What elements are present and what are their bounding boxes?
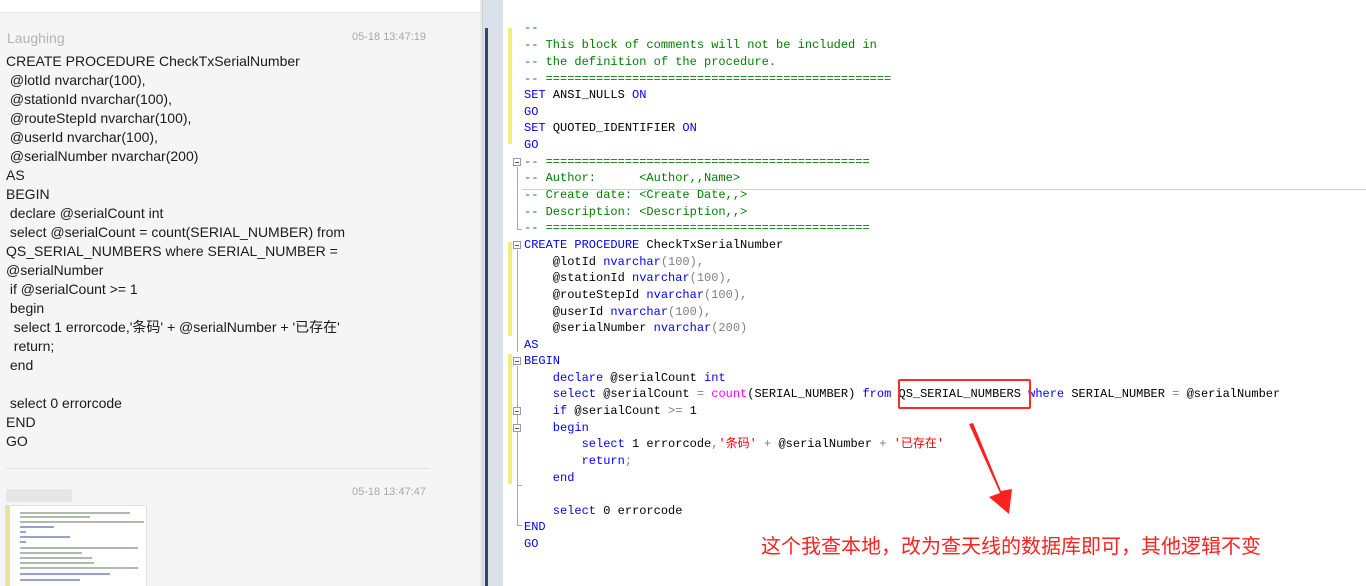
message-line: QS_SERIAL_NUMBERS where SERIAL_NUMBER = (6, 243, 338, 259)
code-line: -- (524, 21, 539, 35)
annotation-text: 这个我查本地，改为查天线的数据库即可，其他逻辑不变 (761, 536, 1261, 558)
code-line: -- =====================================… (524, 72, 892, 86)
code-line: -- This block of comments will not be in… (524, 38, 877, 52)
message-line: @serialNumber (6, 262, 104, 278)
chat-pane: Laughing 05-18 13:47:19 CREATE PROCEDURE… (0, 0, 480, 586)
collapse-icon[interactable] (513, 241, 521, 249)
message-line: @routeStepId nvarchar(100), (6, 110, 192, 126)
message-line: CREATE PROCEDURE CheckTxSerialNumber (6, 53, 300, 69)
code-line: BEGIN (524, 354, 561, 368)
code-line: if @serialCount >= 1 (524, 404, 697, 418)
collapse-icon[interactable] (513, 424, 521, 432)
collapse-icon[interactable] (513, 158, 521, 166)
message-line: GO (6, 433, 28, 449)
message-line: select @serialCount = count(SERIAL_NUMBE… (6, 224, 346, 240)
message-line: begin (6, 300, 45, 316)
message-line: declare @serialCount int (6, 205, 164, 221)
message-body[interactable]: CREATE PROCEDURE CheckTxSerialNumber @lo… (6, 52, 376, 451)
code-line: -- the definition of the procedure. (524, 55, 777, 69)
current-line-border (522, 189, 1366, 190)
message-line: select 1 errorcode,'条码' + @serialNumber … (6, 319, 340, 335)
code-line: CREATE PROCEDURE CheckTxSerialNumber (524, 238, 784, 252)
message-timestamp: 05-18 13:47:47 (352, 486, 427, 498)
code-line: @routeStepId nvarchar(100), (524, 288, 748, 302)
sender-name[interactable]: Laughing (7, 30, 65, 46)
code-line: GO (524, 138, 539, 152)
message-line: @lotId nvarchar(100), (6, 72, 146, 88)
change-marker (508, 28, 512, 144)
message-line: AS (6, 167, 25, 183)
code-line: declare @serialCount int (524, 371, 726, 385)
code-line: GO (524, 537, 539, 551)
message-line: @stationId nvarchar(100), (6, 91, 172, 107)
message-line: @userId nvarchar(100), (6, 129, 158, 145)
message-line: BEGIN (6, 186, 50, 202)
change-marker (508, 354, 512, 484)
message-divider (6, 468, 430, 469)
change-marker (508, 242, 512, 336)
screenshot-thumbnail[interactable] (5, 505, 147, 586)
code-line: @serialNumber nvarchar(200) (524, 321, 748, 335)
message-line: END (6, 414, 36, 430)
code-line: -- =====================================… (524, 155, 870, 169)
code-line: -- Description: <Description,,> (524, 205, 748, 219)
code-line: begin (524, 421, 589, 435)
message-line: @serialNumber nvarchar(200) (6, 148, 199, 164)
sender-name-blurred (6, 489, 72, 502)
collapse-icon[interactable] (513, 357, 521, 365)
code-line: @userId nvarchar(100), (524, 305, 712, 319)
chat-top-edge (0, 0, 480, 13)
highlight-box (898, 379, 1031, 409)
editor-left-margin (482, 0, 503, 586)
message-line: if @serialCount >= 1 (6, 281, 138, 297)
code-line: AS (524, 338, 539, 352)
message-line: select 0 errorcode (6, 395, 122, 411)
message-line: return; (6, 338, 55, 354)
code-line: GO (524, 105, 539, 119)
code-line: @stationId nvarchar(100), (524, 271, 733, 285)
message-line (6, 375, 376, 394)
code-line: SET QUOTED_IDENTIFIER ON (524, 121, 697, 135)
code-line: END (524, 520, 546, 534)
code-line: return; (524, 454, 633, 468)
code-line: select 1 errorcode,'条码' + @serialNumber … (524, 437, 945, 451)
message-line: end (6, 357, 34, 373)
collapse-icon[interactable] (513, 407, 521, 415)
code-line: SET ANSI_NULLS ON (524, 88, 647, 102)
code-line: -- Author: <Author,,Name> (524, 171, 741, 185)
code-line: select 0 errorcode (524, 504, 683, 518)
sql-editor[interactable]: -- -- This block of comments will not be… (503, 0, 1366, 586)
code-line: end (524, 471, 575, 485)
code-line: -- =====================================… (524, 221, 870, 235)
message-timestamp: 05-18 13:47:19 (352, 31, 427, 43)
code-line: @lotId nvarchar(100), (524, 255, 705, 269)
